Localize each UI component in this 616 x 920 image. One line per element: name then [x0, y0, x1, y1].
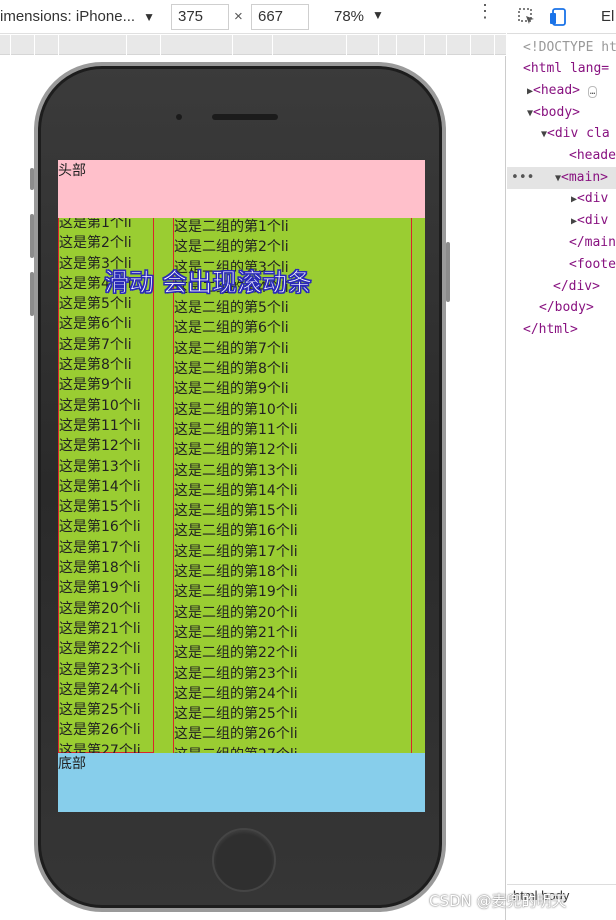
caret-down-icon: ▼ [143, 9, 155, 24]
header-text: 头部 [58, 163, 86, 179]
list-item: 这是二组的第6个li [174, 320, 289, 337]
times-sign: × [234, 8, 243, 25]
dom-line-div[interactable]: ▶<div [571, 189, 608, 210]
list-item: 这是第27个li [59, 742, 141, 753]
list-item: 这是二组的第11个li [174, 421, 298, 438]
dom-line[interactable]: <heade [569, 146, 616, 166]
dom-line-main[interactable]: ▼<main> [555, 168, 608, 189]
list-item: 这是第26个li [59, 722, 141, 739]
device-viewport[interactable]: 头部 这是第1个li 这是第2个li 这是第3个li 这是第4个li 这是第5个li 这是… [58, 160, 425, 812]
dom-line[interactable]: </html> [523, 320, 578, 340]
dom-line[interactable]: <html lang= [523, 59, 609, 79]
list-item: 这是第20个li [59, 600, 141, 617]
caret-down-icon: ▼ [372, 8, 384, 22]
front-camera-icon [176, 114, 182, 120]
list-item: 这是二组的第27个li [174, 745, 411, 753]
device-toolbar: imensions: iPhone... ▼ 375 × 667 78% ▼ ⋮ [0, 0, 506, 34]
list-item: 这是二组的第12个li [174, 442, 298, 459]
list-item: 这是二组的第17个li [174, 543, 298, 560]
list-item: 这是第12个li [59, 438, 141, 455]
list-item: 这是二组的第8个li [174, 361, 289, 378]
media-query-ruler[interactable] [0, 35, 506, 55]
list-item: 这是第10个li [59, 397, 141, 414]
ellipsis-badge[interactable]: … [587, 86, 598, 98]
list-item: 这是第22个li [59, 641, 141, 658]
list-item: 这是二组的第26个li [174, 726, 298, 743]
inspect-element-icon[interactable] [517, 7, 537, 27]
list-item: 这是第16个li [59, 519, 141, 536]
list-item: 这是二组的第24个li [174, 685, 298, 702]
devtools-toolbar: El [507, 0, 616, 34]
device-dimensions-select[interactable]: imensions: iPhone... ▼ [0, 8, 155, 25]
list-item: 这是二组的第18个li [174, 564, 298, 581]
dom-line[interactable]: </body> [539, 298, 594, 318]
dom-line[interactable]: </main [569, 233, 616, 253]
dom-line-div[interactable]: ▶<div [571, 211, 608, 232]
list-item: 这是第25个li [59, 702, 141, 719]
dom-line[interactable]: <foote [569, 255, 616, 275]
list-item: 这是二组的第25个li [174, 706, 298, 723]
list-item: 这是二组的第5个li [174, 300, 289, 317]
list-item: 这是第14个li [59, 478, 141, 495]
speaker-grille [212, 114, 278, 120]
list-item: 这是第2个li [59, 235, 132, 252]
page-header: 头部 [58, 160, 425, 218]
list-item: 这是二组的第20个li [174, 604, 298, 621]
list-item: 这是二组的第23个li [174, 665, 298, 682]
more-dots-icon[interactable]: ••• [511, 168, 534, 188]
list-item: 这是二组的第10个li [174, 401, 298, 418]
dom-line-head[interactable]: ▶<head> … [527, 81, 598, 102]
list-item: 这是第9个li [59, 377, 132, 394]
list-item: 这是二组的第22个li [174, 645, 298, 662]
list-item: 这是二组的第15个li [174, 503, 298, 520]
list-item: 这是第15个li [59, 499, 141, 516]
list-item: 这是第7个li [59, 336, 132, 353]
list-item: 这是二组的第9个li [174, 381, 289, 398]
device-label: imensions: iPhone... [0, 8, 136, 25]
list-item: 这是第17个li [59, 539, 141, 556]
power-button [446, 242, 450, 302]
device-toggle-icon[interactable] [549, 7, 569, 27]
more-options-icon[interactable]: ⋮ [476, 2, 494, 20]
annotation-text: 滑动 会出现滚动条 [104, 268, 313, 298]
height-input[interactable]: 667 [251, 4, 309, 30]
list-item: 这是二组的第19个li [174, 584, 298, 601]
list-item: 这是二组的第13个li [174, 462, 298, 479]
home-button [212, 828, 276, 892]
list-item: 这是二组的第16个li [174, 523, 298, 540]
dom-line-div[interactable]: ▼<div cla [541, 124, 610, 145]
list-item: 这是第21个li [59, 620, 141, 637]
list-item: 这是第11个li [59, 417, 141, 434]
mute-switch [30, 168, 34, 190]
zoom-select[interactable]: 78% ▼ [334, 8, 384, 25]
zoom-label: 78% [334, 8, 365, 25]
width-input[interactable]: 375 [171, 4, 229, 30]
list-item: 这是第1个li [59, 218, 132, 231]
list-item: 这是第13个li [59, 458, 141, 475]
list-item: 这是第24个li [59, 681, 141, 698]
volume-down-button [30, 272, 34, 316]
dom-line[interactable]: </div> [553, 277, 600, 297]
dom-line[interactable]: <!DOCTYPE ht [523, 38, 616, 58]
list-item: 这是二组的第21个li [174, 624, 298, 641]
page-footer: 底部 [58, 753, 425, 812]
list-item: 这是第19个li [59, 580, 141, 597]
list-item: 这是二组的第14个li [174, 482, 298, 499]
dom-line-body[interactable]: ▼<body> [527, 103, 580, 124]
list-item: 这是第23个li [59, 661, 141, 678]
volume-up-button [30, 214, 34, 258]
list-item: 这是第18个li [59, 560, 141, 577]
list-item: 这是第8个li [59, 357, 132, 374]
list-item: 这是二组的第2个li [174, 239, 289, 256]
devtools-panel: El ••• <!DOCTYPE ht <html lang= ▶<head> … [507, 0, 616, 920]
list-item: 这是二组的第7个li [174, 340, 289, 357]
list-item: 这是二组的第1个li [174, 219, 289, 235]
tab-elements[interactable]: El [601, 8, 614, 25]
footer-text: 底部 [58, 756, 86, 772]
watermark: CSDN @麦兜的明天 [429, 892, 567, 910]
list-item: 这是第6个li [59, 316, 132, 333]
